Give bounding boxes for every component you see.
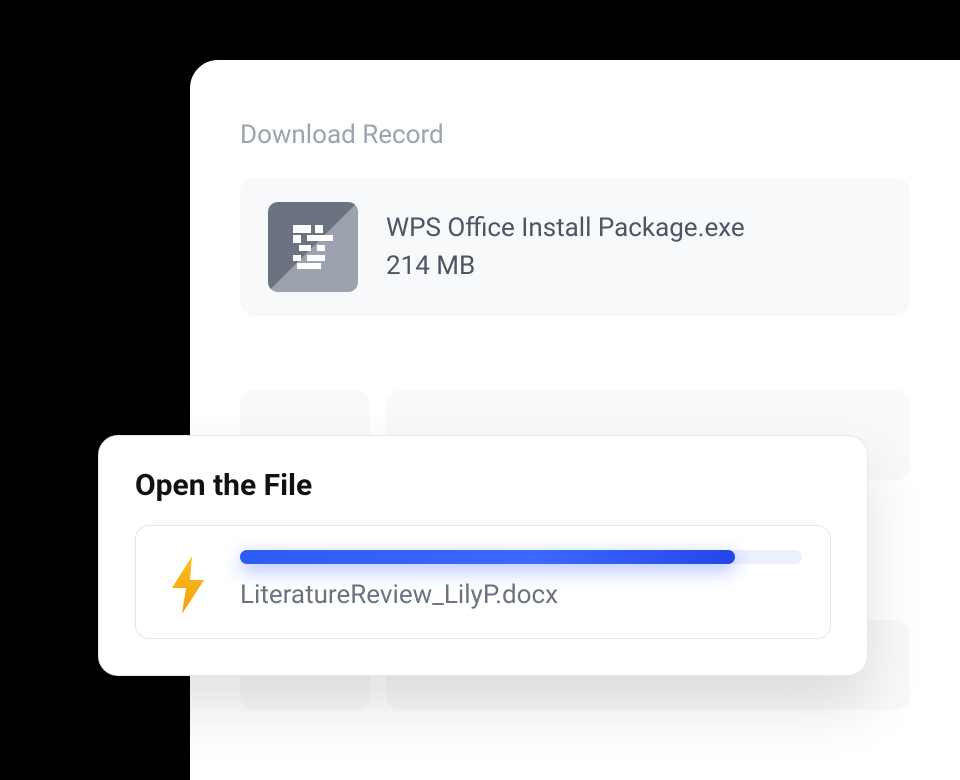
panel-title: Download Record xyxy=(240,120,910,150)
file-open-box[interactable]: LiteratureReview_LilyP.docx xyxy=(135,525,831,639)
progress-bar xyxy=(240,550,802,564)
progress-fill xyxy=(240,550,735,564)
opening-filename: LiteratureReview_LilyP.docx xyxy=(240,580,802,610)
lightning-bolt-icon xyxy=(164,554,212,616)
open-file-card: Open the File LiteratureReview_LilyP.doc… xyxy=(98,435,868,676)
download-filesize: 214 MB xyxy=(386,251,745,281)
wps-app-icon xyxy=(268,202,358,292)
download-info: WPS Office Install Package.exe 214 MB xyxy=(386,213,745,281)
open-file-title: Open the File xyxy=(135,468,831,503)
file-progress-content: LiteratureReview_LilyP.docx xyxy=(240,550,802,610)
download-item[interactable]: WPS Office Install Package.exe 214 MB xyxy=(240,178,910,316)
download-filename: WPS Office Install Package.exe xyxy=(386,213,745,243)
